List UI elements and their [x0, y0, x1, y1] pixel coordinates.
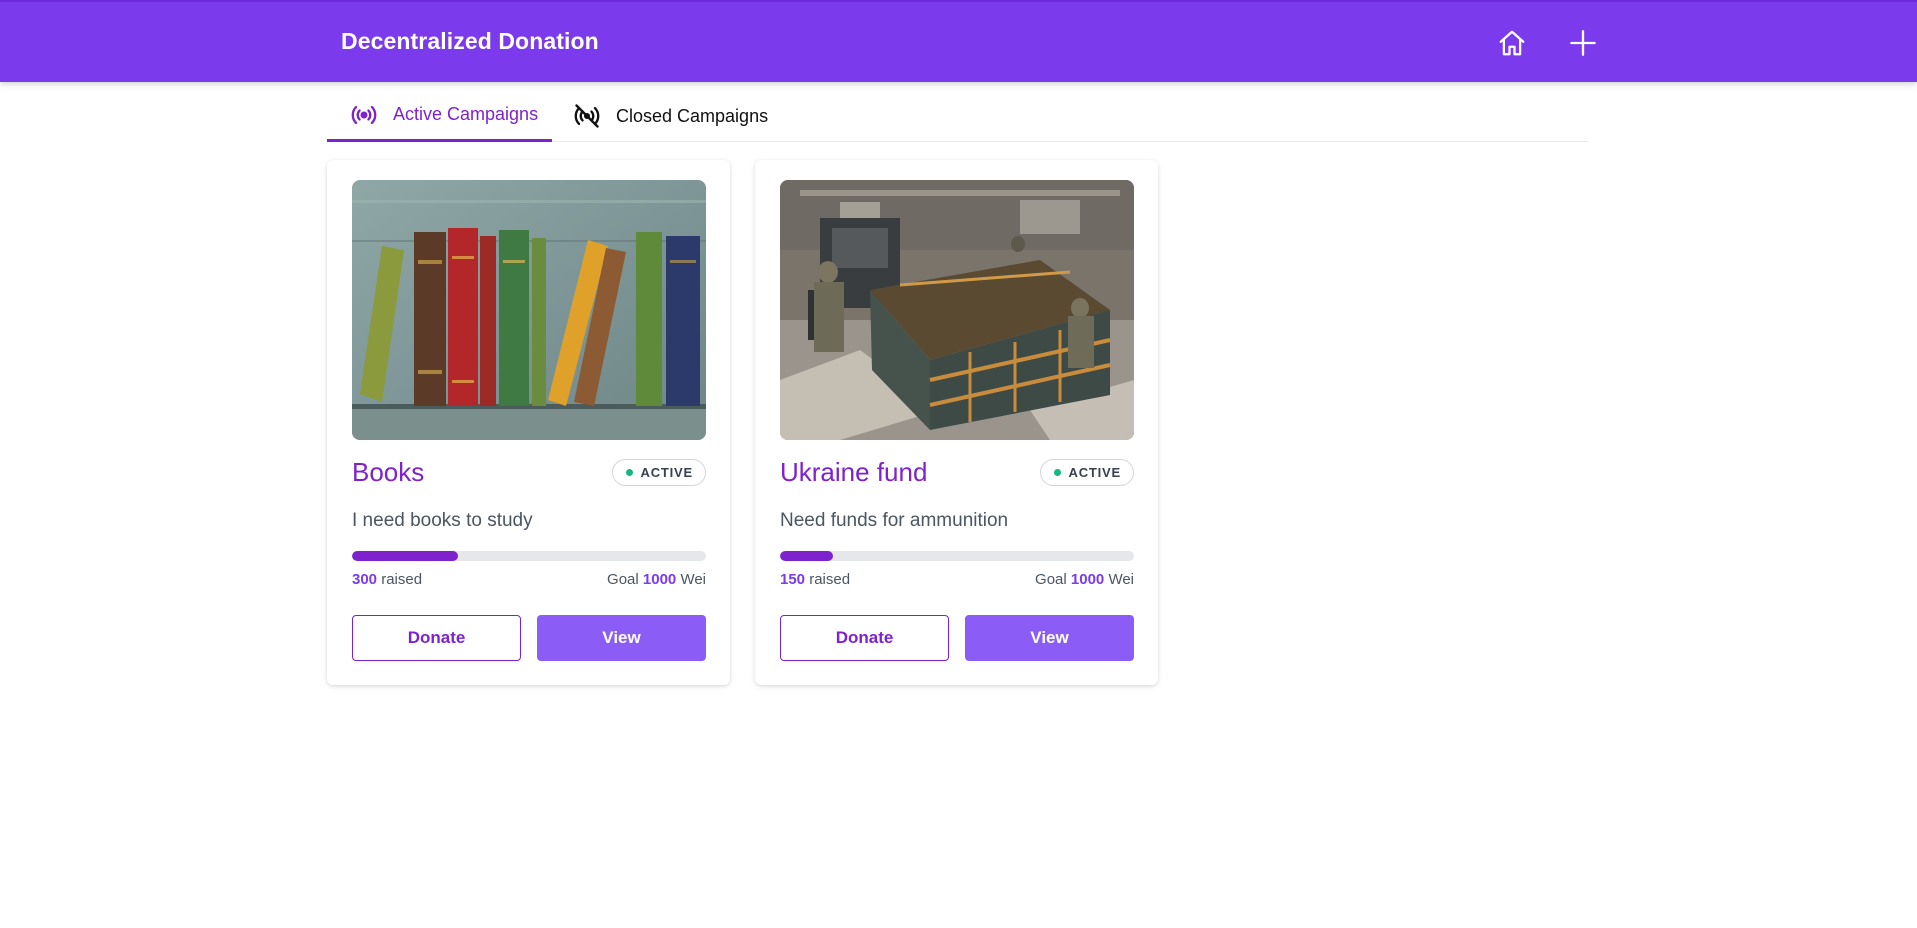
raised-value: 150 [780, 571, 806, 588]
tab-label: Active Campaigns [393, 104, 539, 124]
campaign-description: I need books to study [352, 510, 533, 531]
campaign-image [780, 180, 1134, 440]
campaign-image [352, 180, 706, 440]
goal-label: Goal [1035, 571, 1067, 588]
tab-closed-campaigns[interactable]: Closed Campaigns [572, 90, 772, 142]
broadcast-icon [349, 100, 379, 130]
status-dot-icon [625, 469, 633, 476]
goal-unit: Wei [1108, 571, 1134, 588]
funding-progress-fill [352, 551, 459, 561]
view-button[interactable]: View [965, 615, 1134, 661]
view-button[interactable]: View [537, 615, 706, 661]
goal-value: 1000 [642, 571, 677, 588]
goal-amount: Goal 1000 Wei [607, 571, 706, 588]
plus-icon [1570, 30, 1596, 56]
goal-unit: Wei [680, 571, 706, 588]
campaign-card: Books ACTIVE I need books to study 300 r… [327, 160, 730, 685]
home-button[interactable] [1493, 24, 1531, 62]
donate-button[interactable]: Donate [352, 615, 521, 661]
campaign-card: Ukraine fund ACTIVE Need funds for ammun… [755, 160, 1158, 685]
tab-active-campaigns[interactable]: Active Campaigns [327, 90, 552, 142]
home-icon [1499, 30, 1525, 56]
status-badge: ACTIVE [611, 459, 706, 486]
tab-label: Closed Campaigns [616, 105, 769, 126]
goal-amount: Goal 1000 Wei [1035, 571, 1134, 588]
app-title: Decentralized Donation [341, 28, 599, 54]
goal-label: Goal [607, 571, 639, 588]
donate-button[interactable]: Donate [780, 615, 949, 661]
campaign-tabs: Active Campaigns Closed Campaigns [327, 90, 1588, 142]
raised-amount: 150 raised [780, 571, 850, 588]
funding-progress-bar [780, 551, 1134, 561]
status-label: ACTIVE [1068, 465, 1121, 480]
raised-label: raised [381, 571, 423, 588]
goal-value: 1000 [1070, 571, 1105, 588]
campaign-description: Need funds for ammunition [780, 510, 1009, 531]
raised-value: 300 [352, 571, 378, 588]
status-label: ACTIVE [640, 465, 693, 480]
campaign-title: Books [352, 457, 425, 487]
top-app-bar: Decentralized Donation [0, 0, 1917, 82]
campaign-title: Ukraine fund [780, 457, 928, 487]
funding-progress-fill [780, 551, 834, 561]
raised-amount: 300 raised [352, 571, 422, 588]
broadcast-off-icon [572, 101, 602, 131]
raised-label: raised [809, 571, 851, 588]
status-badge: ACTIVE [1039, 459, 1134, 486]
status-dot-icon [1053, 469, 1061, 476]
create-campaign-button[interactable] [1564, 24, 1602, 62]
funding-progress-bar [352, 551, 706, 561]
